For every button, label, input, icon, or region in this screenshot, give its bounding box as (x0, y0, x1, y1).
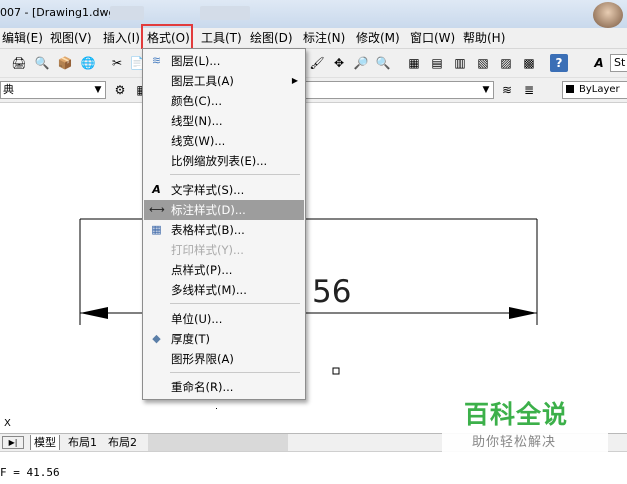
menu-draw[interactable]: 绘图(D) (250, 30, 293, 46)
menu-insert[interactable]: 插入(I) (103, 30, 140, 46)
table-style-icon: ▦ (151, 223, 162, 236)
calculator-icon[interactable]: ▩ (520, 54, 538, 72)
menu-item-units[interactable]: 单位(U)... (144, 309, 304, 329)
layer-combo[interactable]: ▼ (306, 81, 494, 99)
submenu-arrow-icon: ▶ (291, 76, 298, 85)
tab-scroll-icon[interactable]: ▶| (2, 436, 24, 449)
sheet-set-icon[interactable]: ▧ (474, 54, 492, 72)
menu-item-layer[interactable]: ≋ 图层(L)... (144, 51, 304, 71)
menu-item-lineweight[interactable]: 线宽(W)... (144, 131, 304, 151)
chevron-down-icon: ▼ (482, 85, 490, 95)
cursor-pickbox (332, 367, 340, 375)
canvas-dot (216, 408, 217, 409)
watermark-title: 百科全说 (464, 400, 569, 429)
help-icon[interactable]: ? (550, 54, 568, 72)
dimension-arrow-left (80, 307, 108, 319)
text-style-combo[interactable]: St (610, 54, 627, 72)
menu-item-multiline-style[interactable]: 多线样式(M)... (144, 280, 304, 300)
format-dropdown-menu: ≋ 图层(L)... 图层工具(A) ▶ 颜色(C)... 线型(N)... 线… (142, 48, 306, 400)
markup-icon[interactable]: ▨ (497, 54, 515, 72)
watermark-subtitle: 助你轻松解决 (472, 435, 557, 450)
dimension-arrow-right (509, 307, 537, 319)
print-icon[interactable]: 🖨 (10, 54, 28, 72)
menu-item-linetype[interactable]: 线型(N)... (144, 111, 304, 131)
make-current-layer-icon[interactable]: ≣ (520, 81, 538, 99)
tab-layout1[interactable]: 布局1 (68, 435, 97, 450)
window-title: 007 - [Drawing1.dwg] (0, 6, 120, 19)
text-style-combo-value: St (614, 56, 626, 69)
dimension-style-icon: ⟷ (149, 203, 165, 216)
cut-icon[interactable]: ✂ (108, 54, 126, 72)
menu-item-rename[interactable]: 重命名(R)... (144, 377, 304, 397)
menu-dimension[interactable]: 标注(N) (303, 30, 345, 46)
format-menu-highlight-box (141, 24, 193, 50)
layers-icon: ≋ (151, 54, 162, 67)
ucs-axis-label: X (4, 418, 11, 429)
menu-item-dimension-style[interactable]: ⟷ 标注样式(D)... (144, 200, 304, 220)
text-style-icon: A (152, 183, 161, 196)
color-combo[interactable]: ByLayer (562, 81, 627, 99)
menu-window[interactable]: 窗口(W) (410, 30, 455, 46)
dimension-text: 56 (312, 274, 351, 310)
menu-help[interactable]: 帮助(H) (463, 30, 505, 46)
menu-item-plot-style: 打印样式(Y)... (171, 243, 244, 257)
menu-item-drawing-limits[interactable]: 图形界限(A) (144, 349, 304, 369)
menu-separator (170, 372, 300, 373)
menu-view[interactable]: 视图(V) (50, 30, 92, 46)
thickness-icon: ◆ (152, 332, 161, 345)
menu-separator (170, 303, 300, 304)
menu-item-table-style[interactable]: ▦ 表格样式(B)... (144, 220, 304, 240)
menu-bar: 编辑(E) 视图(V) 插入(I) 格式(O) 工具(T) 绘图(D) 标注(N… (0, 28, 627, 49)
globe-icon[interactable]: 🌐 (79, 54, 97, 72)
avatar (593, 2, 623, 28)
dim-style-combo[interactable]: 典 ▼ (0, 81, 106, 99)
menu-item-scale-list[interactable]: 比例缩放列表(E)... (144, 151, 304, 171)
styles-toolbar: 典 ▼ ⚙ ▦ ▼ ≋ ≣ ByLayer (0, 78, 627, 103)
menu-item-color[interactable]: 颜色(C)... (144, 91, 304, 111)
pan-icon[interactable]: ✥ (330, 54, 348, 72)
tab-layout2[interactable]: 布局2 (108, 435, 137, 450)
title-blur-block (110, 6, 144, 20)
match-properties-icon[interactable]: 🖌 (308, 54, 326, 72)
title-bar: 007 - [Drawing1.dwg] (0, 0, 627, 28)
command-text: F = 41.56 (0, 466, 60, 479)
menu-modify[interactable]: 修改(M) (356, 30, 400, 46)
color-combo-value: ByLayer (579, 84, 620, 95)
dimension-drawing: 56 (79, 218, 538, 409)
design-center-icon[interactable]: ▤ (428, 54, 446, 72)
workspace-settings-icon[interactable]: ⚙ (111, 81, 129, 99)
menu-item-text-style[interactable]: A 文字样式(S)... (144, 180, 304, 200)
watermark: 百科全说 助你轻松解决 (442, 393, 608, 457)
publish-icon[interactable]: 📦 (56, 54, 74, 72)
color-swatch (566, 85, 574, 93)
menu-item-point-style[interactable]: 点样式(P)... (144, 260, 304, 280)
drawing-canvas[interactable]: 56 X (0, 103, 627, 433)
chevron-down-icon: ▼ (94, 85, 102, 95)
menu-item-thickness[interactable]: ◆ 厚度(T) (144, 329, 304, 349)
dim-style-combo-value: 典 (3, 83, 14, 96)
plot-preview-icon[interactable]: 🔍 (33, 54, 51, 72)
layer-previous-icon[interactable]: ≋ (498, 81, 516, 99)
zoom-window-icon[interactable]: 🔍 (374, 54, 392, 72)
title-blur-block (200, 6, 250, 20)
standard-toolbar: 🖨 🔍 📦 🌐 ✂ 📄 🖌 ✥ 🔎 🔍 ▦ ▤ ▥ ▧ ▨ ▩ ? A St (0, 49, 627, 78)
tool-palettes-icon[interactable]: ▥ (451, 54, 469, 72)
text-style-icon[interactable]: A (590, 54, 608, 72)
zoom-realtime-icon[interactable]: 🔎 (352, 54, 370, 72)
menu-item-layer-tools[interactable]: 图层工具(A) ▶ (144, 71, 304, 91)
menu-tools[interactable]: 工具(T) (201, 30, 242, 46)
horizontal-scrollbar[interactable] (148, 434, 288, 451)
tab-model[interactable]: 模型 (30, 435, 60, 450)
properties-icon[interactable]: ▦ (405, 54, 423, 72)
menu-separator (170, 174, 300, 175)
menu-edit[interactable]: 编辑(E) (2, 30, 43, 46)
